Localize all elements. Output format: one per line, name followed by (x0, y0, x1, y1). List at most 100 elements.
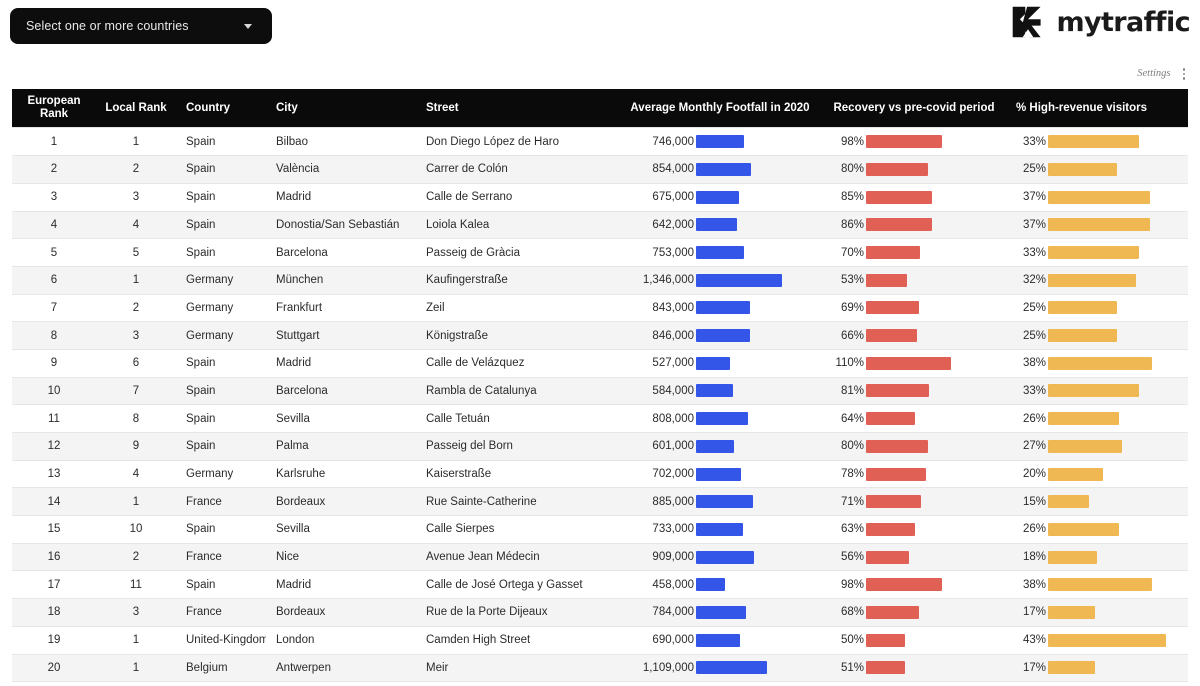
cell-city: Bordeaux (266, 487, 416, 517)
column-header-street[interactable]: Street (416, 89, 616, 128)
cell-recovery-value: 71% (840, 495, 864, 508)
table-row[interactable]: 2 2 Spain València Carrer de Colón 854,000 80%… (12, 155, 1188, 184)
cell-high-revenue: 18% (1004, 542, 1188, 572)
mytraffic-mark-icon (1013, 6, 1042, 38)
table-row[interactable]: 13 4 Germany Karlsruhe Kaiserstraße 702,000 78… (12, 459, 1188, 489)
cell-high-revenue-value: 15% (1022, 495, 1046, 508)
cell-city: Bordeaux (266, 598, 416, 627)
rankings-table: European Rank Local Rank Country City St… (12, 89, 1188, 683)
cell-country: Spain (176, 515, 266, 544)
cell-high-revenue-value: 38% (1022, 357, 1046, 370)
high-revenue-bar (1048, 439, 1123, 453)
cell-country: Spain (176, 238, 266, 267)
settings-label[interactable]: Settings (1137, 68, 1170, 79)
cell-country: Spain (176, 432, 266, 461)
recovery-bar (866, 190, 932, 204)
cell-footfall-value: 909,000 (652, 551, 694, 564)
table-row[interactable]: 6 1 Germany München Kaufingerstraße 1,346,000… (12, 265, 1188, 295)
cell-footfall: 584,000 (616, 376, 824, 406)
cell-footfall-value: 843,000 (652, 301, 694, 314)
cell-footfall: 846,000 (616, 321, 824, 350)
cell-european-rank: 14 (12, 487, 96, 517)
cell-high-revenue-value: 38% (1022, 578, 1046, 591)
table-row[interactable]: 10 7 Spain Barcelona Rambla de Catalunya 584,… (12, 376, 1188, 406)
cell-street: Calle Sierpes (416, 515, 616, 544)
cell-footfall: 885,000 (616, 487, 824, 517)
cell-footfall: 642,000 (616, 210, 824, 240)
cell-european-rank: 16 (12, 542, 96, 572)
table-row[interactable]: 16 2 France Nice Avenue Jean Médecin 909,000 5… (12, 542, 1188, 572)
cell-recovery-value: 98% (840, 135, 864, 148)
cell-high-revenue: 17% (1004, 653, 1188, 683)
cell-recovery-value: 53% (840, 274, 864, 287)
table-row[interactable]: 19 1 United-Kingdom London Camden High Stree… (12, 625, 1188, 655)
table-row[interactable]: 3 3 Spain Madrid Calle de Serrano 675,000 85% 3… (12, 182, 1188, 212)
table-row[interactable]: 14 1 France Bordeaux Rue Sainte-Catherine 885… (12, 487, 1188, 517)
cell-european-rank: 11 (12, 404, 96, 433)
table-row[interactable]: 8 3 Germany Stuttgart Königstraße 846,000 66% 2… (12, 321, 1188, 350)
column-header-city[interactable]: City (266, 89, 416, 128)
more-vertical-icon[interactable] (1180, 66, 1189, 82)
cell-recovery: 80% (824, 155, 1004, 184)
table-row[interactable]: 18 3 France Bordeaux Rue de la Porte Dijeaux… (12, 598, 1188, 627)
table-row[interactable]: 12 9 Spain Palma Passeig del Born 601,000 80% 2… (12, 432, 1188, 461)
high-revenue-bar (1048, 550, 1098, 564)
cell-city: Barcelona (266, 376, 416, 406)
column-header-footfall[interactable]: Average Monthly Footfall in 2020 (616, 89, 824, 128)
table-row[interactable]: 20 1 Belgium Antwerpen Meir 1,109,000 51% 17% (12, 653, 1188, 683)
footfall-bar (696, 661, 767, 675)
column-header-local-rank[interactable]: Local Rank (96, 89, 176, 128)
cell-city: Antwerpen (266, 653, 416, 683)
high-revenue-bar (1048, 246, 1139, 260)
cell-high-revenue-value: 18% (1022, 551, 1046, 564)
footfall-bar (696, 439, 735, 453)
cell-street: Königstraße (416, 321, 616, 350)
recovery-bar (866, 301, 920, 315)
high-revenue-bar (1048, 162, 1117, 176)
table-row[interactable]: 15 10 Spain Sevilla Calle Sierpes 733,000 63% 2… (12, 515, 1188, 544)
cell-country: France (176, 598, 266, 627)
cell-recovery-value: 80% (840, 440, 864, 453)
cell-recovery: 63% (824, 515, 1004, 544)
cell-footfall: 601,000 (616, 432, 824, 461)
cell-european-rank: 5 (12, 238, 96, 267)
cell-street: Calle de Serrano (416, 182, 616, 212)
cell-european-rank: 10 (12, 376, 96, 406)
high-revenue-bar (1048, 633, 1166, 647)
table-row[interactable]: 17 11 Spain Madrid Calle de José Ortega y Ga… (12, 570, 1188, 600)
cell-city: Barcelona (266, 238, 416, 267)
table-row[interactable]: 7 2 Germany Frankfurt Zeil 843,000 69% 25% (12, 293, 1188, 323)
cell-local-rank: 1 (96, 625, 176, 655)
column-header-country[interactable]: Country (176, 89, 266, 128)
table-row[interactable]: 5 5 Spain Barcelona Passeig de Gràcia 753,000… (12, 238, 1188, 267)
cell-footfall: 690,000 (616, 625, 824, 655)
cell-recovery: 71% (824, 487, 1004, 517)
cell-high-revenue: 33% (1004, 376, 1188, 406)
column-header-high-revenue[interactable]: % High-revenue visitors (1004, 89, 1188, 128)
cell-country: Spain (176, 155, 266, 184)
table-header-row: European Rank Local Rank Country City St… (12, 89, 1188, 128)
table-row[interactable]: 11 8 Spain Sevilla Calle Tetuán 808,000 64% 26% (12, 404, 1188, 433)
cell-footfall: 784,000 (616, 598, 824, 627)
dashboard-page: Select one or more countries mytraffic S… (0, 0, 1200, 686)
cell-high-revenue-value: 37% (1022, 218, 1046, 231)
table-row[interactable]: 9 6 Spain Madrid Calle de Velázquez 527,000 11… (12, 348, 1188, 378)
cell-footfall: 458,000 (616, 570, 824, 600)
high-revenue-bar (1048, 412, 1120, 426)
high-revenue-bar (1048, 605, 1095, 619)
cell-footfall-value: 601,000 (652, 440, 694, 453)
cell-local-rank: 3 (96, 598, 176, 627)
cell-recovery-value: 56% (840, 551, 864, 564)
cell-city: Frankfurt (266, 293, 416, 323)
table-row[interactable]: 1 1 Spain Bilbao Don Diego López de Haro 746,… (12, 127, 1188, 157)
cell-recovery: 51% (824, 653, 1004, 683)
footfall-bar (696, 578, 726, 592)
cell-street: Don Diego López de Haro (416, 127, 616, 157)
high-revenue-bar (1048, 578, 1153, 592)
table-row[interactable]: 4 4 Spain Donostia/San Sebastián Loiola Kale… (12, 210, 1188, 240)
high-revenue-bar (1048, 495, 1090, 509)
column-header-european-rank[interactable]: European Rank (12, 89, 96, 128)
column-header-recovery[interactable]: Recovery vs pre-covid period (824, 89, 1004, 128)
country-select-dropdown[interactable]: Select one or more countries (10, 8, 272, 44)
recovery-bar (866, 633, 905, 647)
